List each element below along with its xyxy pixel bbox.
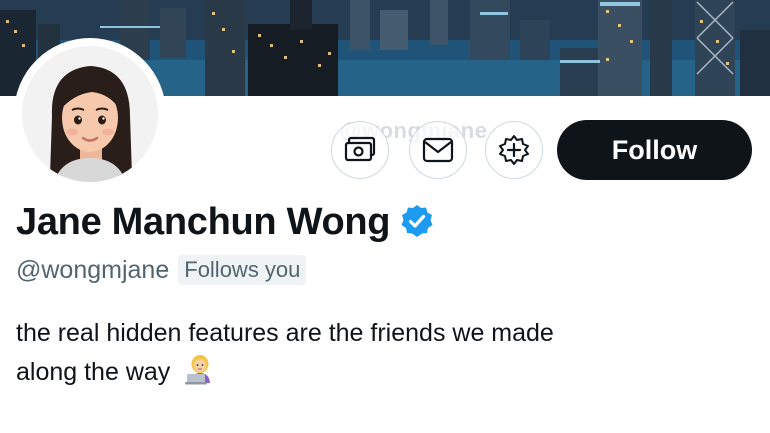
follows-you-badge: Follows you: [178, 255, 307, 285]
envelope-icon: [422, 137, 454, 163]
avatar[interactable]: [22, 46, 158, 182]
profile-name-row: Jane Manchun Wong: [16, 201, 434, 244]
message-button[interactable]: [409, 121, 467, 179]
username-handle: @wongmjane: [16, 255, 170, 284]
follow-button[interactable]: Follow: [557, 120, 752, 180]
notification-plus-icon: [499, 135, 529, 165]
subscribe-notifications-button[interactable]: [485, 121, 543, 179]
verified-badge-icon[interactable]: [400, 204, 434, 243]
profile-bio: the real hidden features are the friends…: [16, 314, 756, 397]
bio-line: the real hidden features are the friends…: [16, 319, 554, 347]
bio-line-2: along the way: [16, 352, 756, 397]
woman-technologist-emoji-icon: [183, 352, 217, 397]
tip-button[interactable]: [331, 121, 389, 179]
display-name: Jane Manchun Wong: [16, 201, 391, 243]
bio-line-text: along the way: [16, 358, 171, 386]
memoji-avatar-image: [22, 46, 158, 182]
money-icon: [344, 136, 376, 162]
avatar-frame[interactable]: [14, 38, 166, 190]
handle-row: @wongmjane Follows you: [16, 255, 307, 285]
